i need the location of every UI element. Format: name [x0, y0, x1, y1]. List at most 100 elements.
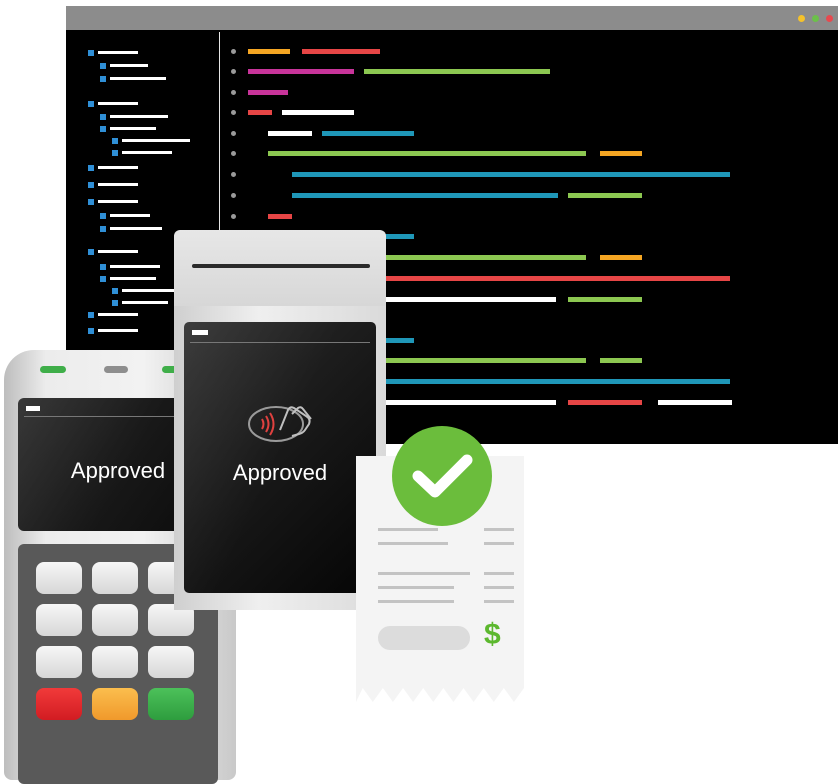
file-tree-icon — [100, 76, 106, 82]
code-token — [292, 172, 730, 177]
window-minimize-dot[interactable] — [798, 15, 805, 22]
clear-key[interactable] — [92, 688, 138, 720]
line-marker — [231, 193, 236, 198]
line-marker — [231, 151, 236, 156]
line-marker — [231, 49, 236, 54]
file-tree-icon — [100, 276, 106, 282]
screen-indicator-icon — [192, 330, 208, 335]
line-marker — [231, 90, 236, 95]
file-tree-icon — [88, 328, 94, 334]
code-token — [322, 131, 414, 136]
line-marker — [231, 172, 236, 177]
receipt-line — [484, 528, 514, 531]
paper-slot — [192, 264, 370, 268]
keypad-key[interactable] — [92, 604, 138, 636]
status-led-green — [40, 366, 66, 373]
file-tree-label — [122, 151, 172, 154]
code-token — [568, 400, 642, 405]
screen-glare — [184, 322, 376, 593]
code-token — [568, 193, 642, 198]
code-token — [302, 49, 380, 54]
file-tree-icon — [88, 182, 94, 188]
window-close-dot[interactable] — [826, 15, 833, 22]
file-tree-icon — [112, 138, 118, 144]
file-tree-icon — [100, 114, 106, 120]
screen-rule — [190, 342, 370, 343]
pos-device: Approved — [174, 230, 386, 610]
code-token — [268, 151, 586, 156]
code-token — [658, 400, 732, 405]
receipt-line — [484, 600, 514, 603]
contactless-payment-icon — [248, 406, 312, 442]
file-tree-label — [110, 77, 166, 80]
code-token — [248, 49, 290, 54]
status-led-grey — [104, 366, 128, 373]
file-tree-label — [110, 127, 156, 130]
receipt-line — [378, 528, 438, 531]
file-tree-icon — [88, 165, 94, 171]
code-token — [248, 69, 354, 74]
file-tree-icon — [112, 300, 118, 306]
file-tree-label — [122, 301, 168, 304]
file-tree-label — [98, 329, 138, 332]
file-tree-icon — [88, 312, 94, 318]
file-tree-label — [98, 250, 138, 253]
receipt-line — [484, 542, 514, 545]
cancel-key[interactable] — [36, 688, 82, 720]
file-tree-label — [110, 277, 156, 280]
file-tree-icon — [88, 101, 94, 107]
file-tree-icon — [100, 213, 106, 219]
file-tree-label — [110, 227, 162, 230]
file-tree-label — [110, 115, 168, 118]
code-token — [600, 358, 642, 363]
code-token — [248, 90, 288, 95]
total-pill — [378, 626, 470, 650]
line-marker — [231, 214, 236, 219]
keypad-key[interactable] — [148, 646, 194, 678]
code-token — [292, 193, 558, 198]
file-tree-icon — [112, 150, 118, 156]
keypad-key[interactable] — [36, 604, 82, 636]
pos-body: Approved — [174, 306, 386, 610]
line-marker — [231, 69, 236, 74]
receipt-line — [378, 600, 454, 603]
keypad-key[interactable] — [92, 562, 138, 594]
file-tree-icon — [100, 126, 106, 132]
dollar-sign: $ — [484, 618, 501, 651]
file-tree-label — [98, 166, 138, 169]
file-tree-label — [110, 214, 150, 217]
file-tree-label — [98, 51, 138, 54]
enter-key[interactable] — [148, 688, 194, 720]
pos-screen: Approved — [184, 322, 376, 593]
window-titlebar — [66, 6, 838, 30]
file-tree-label — [98, 183, 138, 186]
receipt-line — [378, 586, 454, 589]
file-tree-icon — [88, 199, 94, 205]
code-token — [600, 255, 642, 260]
file-tree-label — [98, 102, 138, 105]
file-tree-icon — [88, 249, 94, 255]
code-token — [248, 110, 272, 115]
receipt-line — [378, 572, 470, 575]
file-tree-label — [122, 289, 174, 292]
line-marker — [231, 131, 236, 136]
file-tree-icon — [100, 264, 106, 270]
window-maximize-dot[interactable] — [812, 15, 819, 22]
code-token — [364, 69, 550, 74]
file-tree-icon — [88, 50, 94, 56]
receipt-line — [484, 586, 514, 589]
code-token — [600, 151, 642, 156]
keypad-key[interactable] — [36, 646, 82, 678]
file-tree-label — [98, 200, 138, 203]
file-tree-icon — [100, 226, 106, 232]
code-token — [268, 214, 292, 219]
line-marker — [231, 110, 236, 115]
keypad-key[interactable] — [92, 646, 138, 678]
receipt-line — [484, 572, 514, 575]
file-tree-label — [122, 139, 190, 142]
keypad-key[interactable] — [36, 562, 82, 594]
code-token — [268, 131, 312, 136]
code-token — [568, 297, 642, 302]
screen-indicator-icon — [26, 406, 40, 411]
file-tree-icon — [112, 288, 118, 294]
